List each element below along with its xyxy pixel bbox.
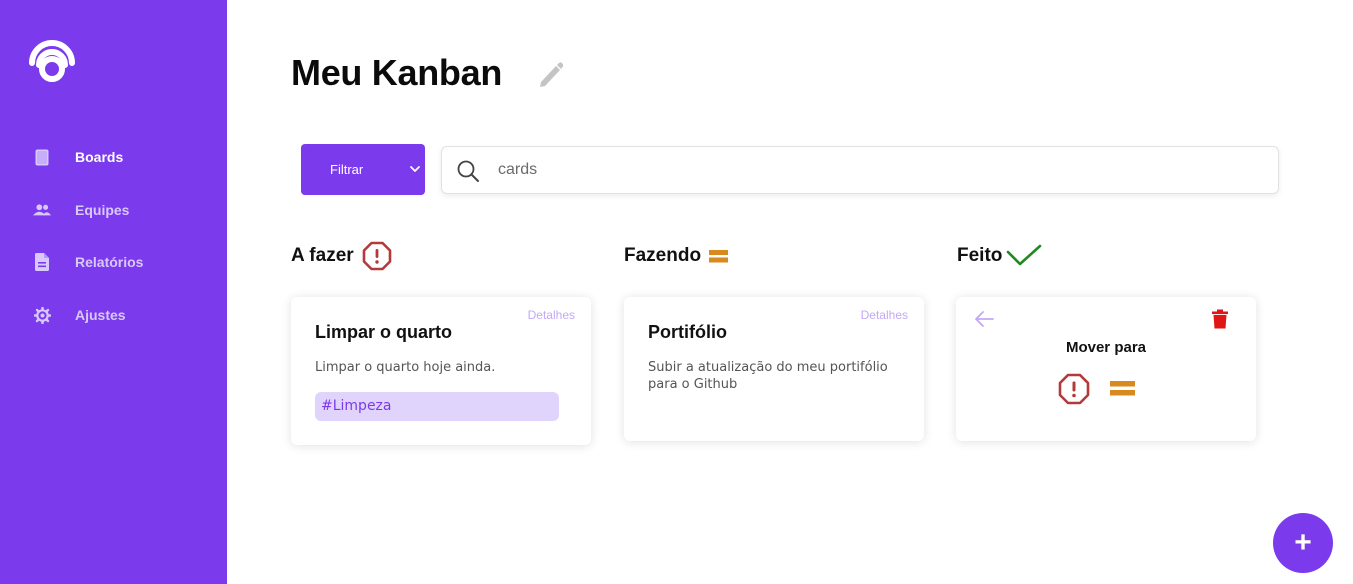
- column-title: A fazer: [291, 245, 354, 266]
- equals-icon: [709, 248, 729, 264]
- column-header-doing: Fazendo: [624, 240, 729, 272]
- search-icon: [457, 160, 479, 182]
- column-title: Fazendo: [624, 245, 702, 266]
- details-link[interactable]: Detalhes: [861, 308, 908, 322]
- board-icon: [33, 148, 51, 166]
- alert-octagon-icon: [362, 241, 392, 271]
- search-input[interactable]: [498, 155, 1258, 185]
- move-card: Mover para: [956, 297, 1256, 441]
- card-title: Portifólio: [648, 322, 727, 342]
- card[interactable]: Detalhes Portifólio Subir a atualização …: [624, 297, 924, 441]
- sidebar-item-equipes[interactable]: Equipes: [33, 198, 129, 222]
- column-header-done: Feito: [957, 240, 1042, 272]
- column-header-todo: A fazer: [291, 240, 392, 272]
- filter-select[interactable]: Filtrar: [301, 144, 425, 195]
- gear-icon: [33, 306, 51, 324]
- sidebar-item-label: Relatórios: [75, 254, 144, 270]
- card-description: Subir a atualização do meu portifólio pa…: [648, 360, 888, 392]
- card-description: Limpar o quarto hoje ainda.: [315, 360, 496, 375]
- column-title: Feito: [957, 245, 1003, 266]
- card-title: Limpar o quarto: [315, 322, 453, 342]
- sidebar-item-label: Boards: [75, 149, 124, 165]
- sidebar-item-ajustes[interactable]: Ajustes: [33, 303, 126, 327]
- trash-icon[interactable]: [1211, 309, 1229, 329]
- details-link[interactable]: Detalhes: [528, 308, 575, 322]
- add-card-button[interactable]: +: [1273, 513, 1333, 573]
- card-tag: #Limpeza: [315, 392, 559, 421]
- filter-label: Filtrar: [330, 162, 364, 177]
- search-box: [441, 146, 1279, 194]
- page-title: Meu Kanban: [291, 52, 503, 93]
- alert-octagon-icon[interactable]: [1058, 373, 1090, 405]
- app-logo[interactable]: [26, 27, 78, 85]
- sidebar-item-label: Ajustes: [75, 307, 126, 323]
- sidebar-item-boards[interactable]: Boards: [33, 145, 123, 169]
- pencil-icon[interactable]: [537, 60, 563, 88]
- sidebar-item-relatorios[interactable]: Relatórios: [33, 250, 143, 274]
- arrow-left-icon[interactable]: [973, 310, 995, 328]
- sidebar: Boards Equipes Relatórios Ajustes: [0, 0, 227, 584]
- equals-icon[interactable]: [1110, 380, 1136, 398]
- card[interactable]: Detalhes Limpar o quarto Limpar o quarto…: [291, 297, 591, 445]
- sidebar-item-label: Equipes: [75, 202, 130, 218]
- move-label: Mover para: [1065, 339, 1147, 356]
- chevron-down-icon: [410, 166, 420, 172]
- team-icon: [33, 201, 51, 219]
- report-icon: [33, 253, 51, 271]
- check-icon: [1006, 244, 1042, 268]
